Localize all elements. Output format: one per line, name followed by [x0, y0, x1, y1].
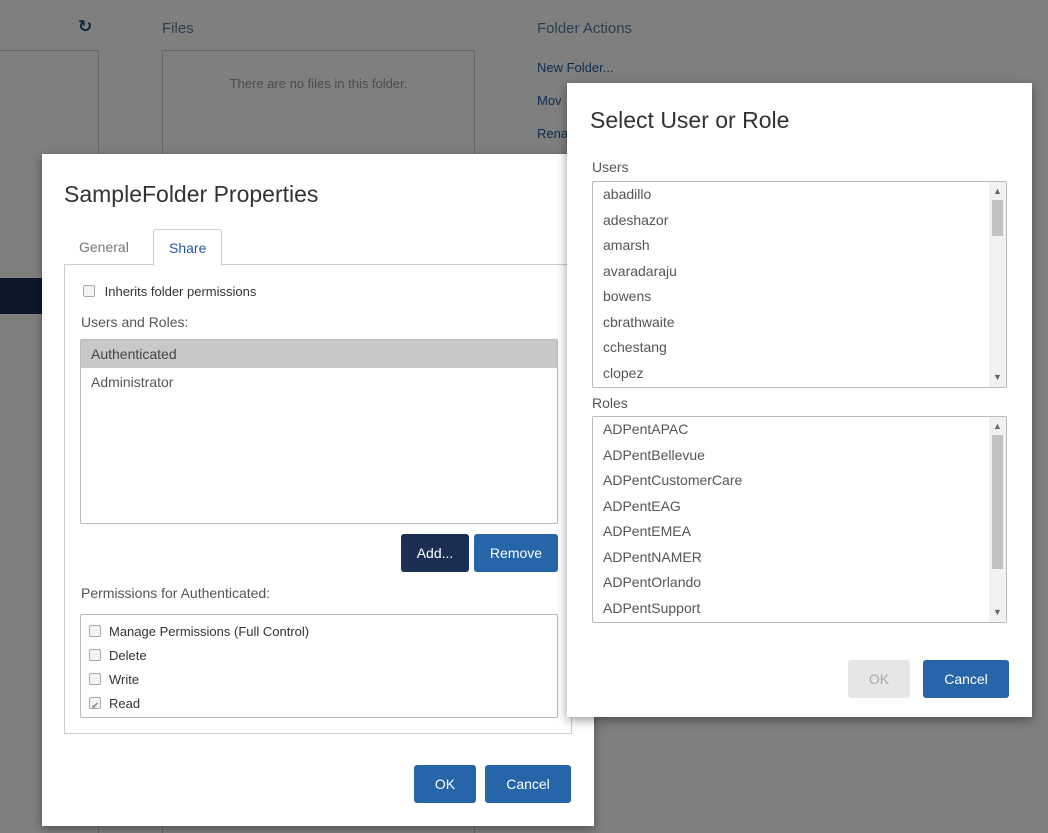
- select-ok-button[interactable]: OK: [848, 660, 910, 698]
- users-roles-list: Authenticated Administrator: [80, 339, 558, 524]
- list-item[interactable]: amarsh: [593, 233, 988, 259]
- inherit-permissions-row[interactable]: Inherits folder permissions: [83, 284, 256, 299]
- list-item[interactable]: ADPentOrlando: [593, 570, 988, 596]
- scroll-up-icon[interactable]: ▲: [989, 419, 1006, 434]
- permission-manage-label: Manage Permissions (Full Control): [109, 624, 310, 639]
- permission-delete-label: Delete: [109, 648, 147, 663]
- list-item[interactable]: ADPentAPAC: [593, 417, 988, 443]
- users-label: Users: [592, 159, 629, 175]
- permission-manage[interactable]: Manage Permissions (Full Control): [81, 620, 557, 644]
- inherit-permissions-label: Inherits folder permissions: [104, 284, 257, 299]
- users-roles-label: Users and Roles:: [81, 314, 189, 330]
- properties-cancel-button[interactable]: Cancel: [485, 765, 571, 803]
- users-roles-item-administrator[interactable]: Administrator: [81, 368, 557, 396]
- list-item[interactable]: ADPentEAG: [593, 494, 988, 520]
- remove-button[interactable]: Remove: [474, 534, 558, 572]
- roles-scrollbar[interactable]: ▲ ▼: [989, 417, 1006, 622]
- scroll-down-icon[interactable]: ▼: [989, 605, 1006, 620]
- permissions-list: Manage Permissions (Full Control) Delete…: [80, 614, 558, 719]
- select-cancel-button[interactable]: Cancel: [923, 660, 1009, 698]
- list-item[interactable]: abadillo: [593, 182, 988, 208]
- list-item[interactable]: avaradaraju: [593, 259, 988, 285]
- roles-scrollbar-thumb[interactable]: [992, 435, 1003, 569]
- permission-manage-checkbox[interactable]: [89, 625, 101, 638]
- select-dialog-title: Select User or Role: [590, 107, 790, 133]
- tab-general[interactable]: General: [64, 229, 144, 265]
- tab-bar: General Share: [64, 229, 572, 266]
- properties-ok-button[interactable]: OK: [414, 765, 476, 803]
- users-scrollbar-thumb[interactable]: [992, 200, 1003, 236]
- share-panel: Inherits folder permissions Users and Ro…: [64, 264, 572, 734]
- scroll-up-icon[interactable]: ▲: [989, 184, 1006, 199]
- list-item[interactable]: ADPentEMEA: [593, 519, 988, 545]
- permission-write-checkbox[interactable]: [89, 673, 101, 686]
- scroll-down-icon[interactable]: ▼: [989, 370, 1006, 385]
- permission-read-label: Read: [109, 696, 141, 711]
- permission-read-checkbox[interactable]: [89, 695, 101, 719]
- permission-read[interactable]: Read: [81, 692, 557, 719]
- select-user-role-dialog: Select User or Role Users abadillo adesh…: [567, 83, 1032, 717]
- permissions-label: Permissions for Authenticated:: [81, 585, 271, 601]
- permission-delete[interactable]: Delete: [81, 644, 557, 668]
- permission-delete-checkbox[interactable]: [89, 649, 101, 662]
- roles-list: ADPentAPAC ADPentBellevue ADPentCustomer…: [592, 416, 1007, 623]
- add-button[interactable]: Add...: [401, 534, 469, 572]
- list-item[interactable]: ADPentCustomerCare: [593, 468, 988, 494]
- tab-share[interactable]: Share: [153, 229, 223, 266]
- users-roles-item-authenticated[interactable]: Authenticated: [81, 340, 557, 368]
- list-item[interactable]: ADPentNAMER: [593, 545, 988, 571]
- permission-write[interactable]: Write: [81, 668, 557, 692]
- users-list: abadillo adeshazor amarsh avaradaraju bo…: [592, 181, 1007, 388]
- list-item[interactable]: ADPentSupport: [593, 596, 988, 622]
- list-item[interactable]: ADPentBellevue: [593, 443, 988, 469]
- roles-label: Roles: [592, 395, 628, 411]
- list-item[interactable]: adeshazor: [593, 208, 988, 234]
- permission-write-label: Write: [109, 672, 140, 687]
- users-scrollbar[interactable]: ▲ ▼: [989, 182, 1006, 387]
- folder-properties-dialog: SampleFolder Properties General Share In…: [42, 154, 594, 826]
- list-item[interactable]: cchestang: [593, 335, 988, 361]
- dialog-title: SampleFolder Properties: [64, 181, 319, 207]
- list-item[interactable]: cbrathwaite: [593, 310, 988, 336]
- list-item[interactable]: bowens: [593, 284, 988, 310]
- inherit-permissions-checkbox[interactable]: [83, 285, 95, 298]
- list-item[interactable]: clopez: [593, 361, 988, 387]
